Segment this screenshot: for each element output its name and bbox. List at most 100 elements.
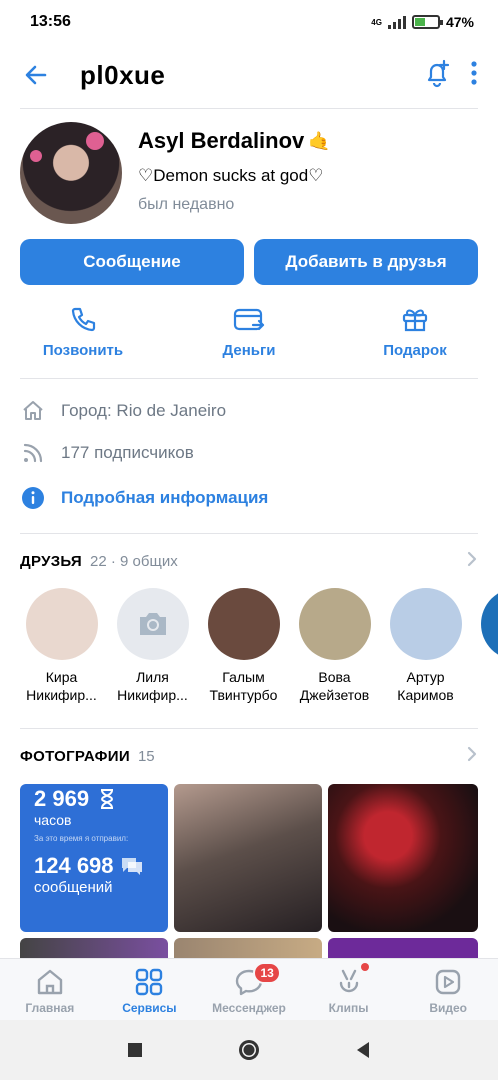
friend-last-name: Никифир...	[117, 687, 188, 703]
back-button[interactable]	[20, 59, 52, 91]
friend-item[interactable]: Лиля Никифир...	[107, 588, 198, 708]
photo-thumbnail[interactable]	[20, 938, 168, 958]
photo-thumbnail[interactable]	[328, 938, 478, 958]
clips-icon	[339, 969, 358, 993]
profile-emoji: 🤙	[308, 130, 331, 151]
services-icon	[136, 968, 163, 996]
gift-action[interactable]: Подарок	[332, 302, 498, 359]
more-vertical-icon	[471, 60, 477, 85]
status-time: 13:56	[30, 13, 71, 30]
battery-percent: 47%	[445, 14, 474, 30]
square-icon	[128, 1043, 142, 1057]
photo-thumbnail[interactable]	[174, 938, 322, 958]
notifications-button[interactable]	[422, 58, 452, 93]
avatar[interactable]	[20, 122, 122, 224]
friend-item[interactable]: Галым Твинтурбо	[198, 588, 289, 708]
friend-item[interactable]: НДж	[471, 588, 498, 708]
tab-services[interactable]: Сервисы	[100, 959, 200, 1020]
gift-label: Подарок	[383, 342, 447, 359]
friends-count: 22 · 9 общих	[90, 552, 178, 570]
hours-value: 2 969	[34, 786, 90, 811]
photo-stat-tile[interactable]: 2 969 часов За это время я отправил: 124…	[20, 784, 168, 932]
friend-item[interactable]: Вова Джейзетов	[289, 588, 380, 708]
friend-item[interactable]: Кира Никифир...	[16, 588, 107, 708]
photo-thumbnail[interactable]	[174, 784, 322, 932]
friends-header[interactable]: ДРУЗЬЯ 22 · 9 общих	[20, 548, 478, 574]
status-indicators: 4G 47%	[371, 14, 474, 30]
followers-row[interactable]: 177 подписчиков	[20, 438, 478, 468]
tab-messenger[interactable]: 13 Мессенджер	[199, 959, 299, 1020]
tab-home-label: Главная	[25, 1001, 75, 1015]
video-icon	[435, 969, 461, 995]
tab-home[interactable]: Главная	[0, 959, 100, 1020]
friend-last-name: Каримов	[397, 687, 454, 703]
last-seen: был недавно	[138, 196, 235, 213]
home-outline-icon	[23, 401, 43, 420]
recents-button[interactable]	[120, 1035, 150, 1065]
stat-note: За это время я отправил:	[34, 834, 129, 843]
tab-messenger-label: Мессенджер	[212, 1001, 286, 1015]
call-action[interactable]: Позвонить	[0, 302, 166, 359]
photos-header[interactable]: ФОТОГРАФИИ 15	[20, 743, 478, 769]
friend-avatar	[298, 588, 371, 660]
system-navigation-bar	[0, 1020, 498, 1080]
photos-title: ФОТОГРАФИИ	[20, 747, 130, 765]
divider	[20, 728, 478, 729]
messages-label: сообщений	[34, 879, 113, 896]
tab-video[interactable]: Видео	[398, 959, 498, 1020]
messenger-badge: 13	[253, 962, 282, 984]
page-title: pl0xue	[80, 59, 166, 90]
battery-icon	[411, 15, 443, 29]
friend-first-name: Лиля	[136, 669, 169, 685]
followers-text: 177 подписчиков	[61, 443, 194, 462]
profile-status: ♡Demon sucks at god♡	[138, 166, 324, 185]
friend-avatar	[116, 588, 189, 660]
info-icon	[22, 487, 44, 509]
call-label: Позвонить	[42, 342, 124, 359]
city-text: Город: Rio de Janeiro	[61, 401, 227, 420]
rss-icon	[23, 443, 43, 463]
camera-icon	[139, 613, 166, 635]
back-nav-button[interactable]	[348, 1035, 378, 1065]
message-button[interactable]: Сообщение	[20, 239, 244, 285]
more-menu-button[interactable]	[470, 60, 478, 91]
triangle-back-icon	[357, 1042, 369, 1058]
home-nav-button[interactable]	[234, 1035, 264, 1065]
profile-name-row: Asyl Berdalinov 🤙	[138, 128, 331, 154]
quick-actions: Позвонить Деньги Подарок	[0, 302, 498, 359]
messages-value: 124 698	[34, 853, 114, 878]
phone-icon	[71, 307, 96, 332]
more-info-row[interactable]: Подробная информация	[20, 483, 478, 513]
friends-title: ДРУЗЬЯ	[20, 552, 83, 570]
profile-name: Asyl Berdalinov	[138, 128, 305, 153]
friend-item[interactable]: Артур Каримов	[380, 588, 471, 708]
friend-first-name: Галым	[222, 669, 265, 685]
chevron-right-icon	[467, 746, 477, 761]
tab-video-label: Видео	[429, 1001, 467, 1015]
friend-first-name: Кира	[45, 669, 78, 685]
friend-last-name: Твинтурбо	[209, 687, 278, 703]
tab-clips[interactable]: Клипы	[299, 959, 399, 1020]
divider	[20, 378, 478, 379]
friend-avatar	[207, 588, 280, 660]
circle-icon	[239, 1040, 259, 1060]
clips-dot	[360, 963, 369, 971]
photo-thumbnail[interactable]	[328, 784, 478, 932]
friend-avatar	[25, 588, 98, 660]
money-transfer-icon	[233, 308, 265, 331]
photos-count: 15	[137, 747, 155, 765]
tab-services-label: Сервисы	[122, 1001, 177, 1015]
chat-bubble-icon	[121, 858, 142, 875]
friend-avatar	[389, 588, 462, 660]
friend-first-name: Артур	[406, 669, 445, 685]
status-bar: 13:56 4G 47%	[0, 0, 498, 44]
friends-list: Кира Никифир... Лиля Никифир... Галым Твинт…	[16, 588, 498, 708]
money-action[interactable]: Деньги	[166, 302, 332, 359]
hours-label: часов	[34, 812, 72, 828]
tab-clips-label: Клипы	[328, 1001, 369, 1015]
friend-last-name: Джейзетов	[299, 687, 370, 703]
add-friend-button[interactable]: Добавить в друзья	[254, 239, 478, 285]
chevron-right-icon	[467, 551, 477, 566]
divider	[20, 108, 478, 109]
friend-last-name: Никифир...	[26, 687, 97, 703]
